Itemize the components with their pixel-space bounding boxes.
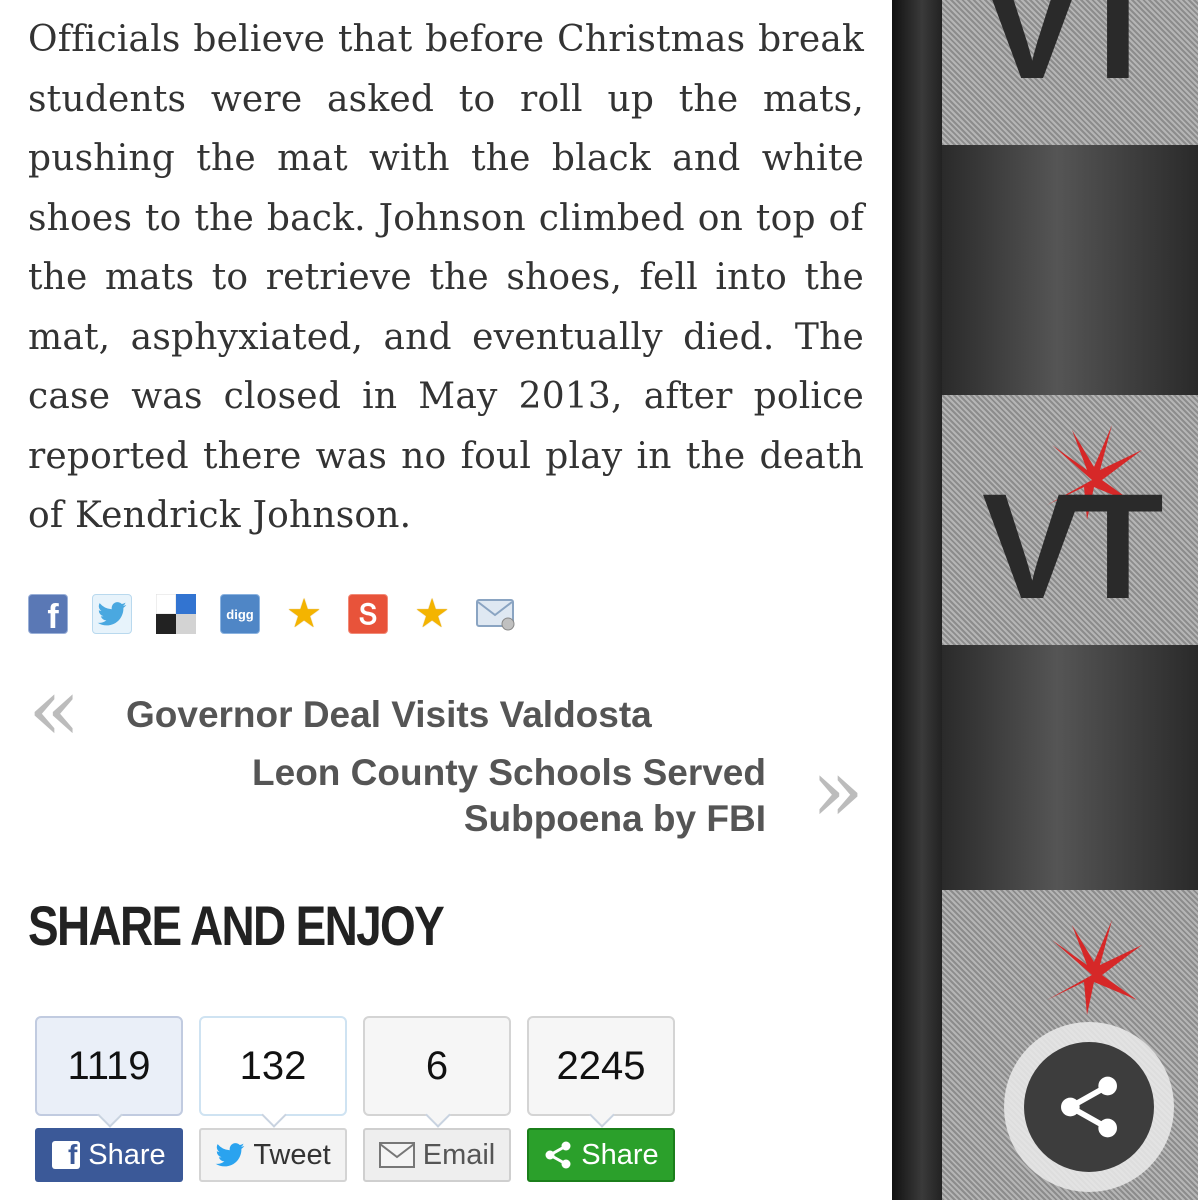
next-post-link[interactable]: Leon County Schools Served Subpoena by F… [28,741,864,842]
star-icon[interactable]: ★ [412,594,452,634]
twitter-bird-icon [97,602,127,626]
sidebar-edge [892,0,942,1200]
stumbleupon-glyph: Տ [358,598,378,630]
article-paragraph: Officials believe that before Christmas … [28,19,864,536]
tweet-button[interactable]: Tweet [199,1128,347,1182]
facebook-glyph: f [47,597,59,636]
envelope-icon [476,599,515,631]
share-icon [545,1141,571,1169]
dark-tile [942,645,1198,890]
envelope-icon [378,1142,415,1168]
digg-glyph: digg [226,606,254,622]
share-section-heading: SHARE AND ENJOY [28,894,445,957]
article-column: Officials believe that before Christmas … [0,0,892,1200]
double-right-arrow-icon: » [811,741,864,841]
email-button[interactable]: Email [363,1128,511,1182]
share-widgets: 1119 f Share 132 Tweet 6 Email 2245 Shar… [34,1016,690,1182]
star-glyph: ★ [286,591,322,637]
double-left-arrow-icon: « [28,660,81,760]
facebook-share-button[interactable]: f Share [35,1128,183,1182]
email-button-label: Email [422,1138,496,1171]
share-button-label: Share [88,1138,166,1171]
previous-post-title: Governor Deal Visits Valdosta [126,694,652,735]
sidebar-background: VT VT [892,0,1198,1200]
generic-share-widget: 2245 Share [526,1016,676,1182]
share-button-label: Share [581,1138,659,1171]
share-count: 2245 [527,1016,675,1116]
vt-logo-text: VT [982,462,1164,630]
facebook-icon[interactable]: f [28,594,68,636]
next-post-title: Leon County Schools Served Subpoena by F… [252,752,766,839]
stumbleupon-icon[interactable]: Տ [348,594,388,634]
share-count: 132 [199,1016,347,1116]
share-count: 1119 [35,1016,183,1116]
floating-share-button[interactable] [1004,1022,1174,1192]
email-icon[interactable] [476,594,516,634]
vt-logo-text: VT [982,0,1164,110]
twitter-icon[interactable] [92,594,132,634]
share-icon [1061,1076,1117,1138]
previous-post-link[interactable]: « Governor Deal Visits Valdosta [28,667,652,753]
share-count: 6 [363,1016,511,1116]
dark-tile [942,145,1198,395]
facebook-share-widget: 1119 f Share [34,1016,184,1182]
star-icon[interactable]: ★ [284,594,324,634]
logo-tile: VT [942,395,1198,645]
digg-icon[interactable]: digg [220,594,260,634]
delicious-squares-icon [156,594,196,634]
bookmark-icons-row: f digg ★ Տ ★ [28,594,540,636]
star-glyph: ★ [414,591,450,637]
email-share-widget: 6 Email [362,1016,512,1182]
twitter-icon [215,1143,245,1167]
share-button[interactable]: Share [527,1128,675,1182]
twitter-share-widget: 132 Tweet [198,1016,348,1182]
floating-share-inner [1024,1042,1154,1172]
facebook-icon: f [52,1141,81,1169]
delicious-icon[interactable] [156,594,196,634]
lily-logo-icon [1047,920,1142,1015]
tweet-button-label: Tweet [253,1138,331,1171]
logo-tile: VT [942,0,1198,145]
